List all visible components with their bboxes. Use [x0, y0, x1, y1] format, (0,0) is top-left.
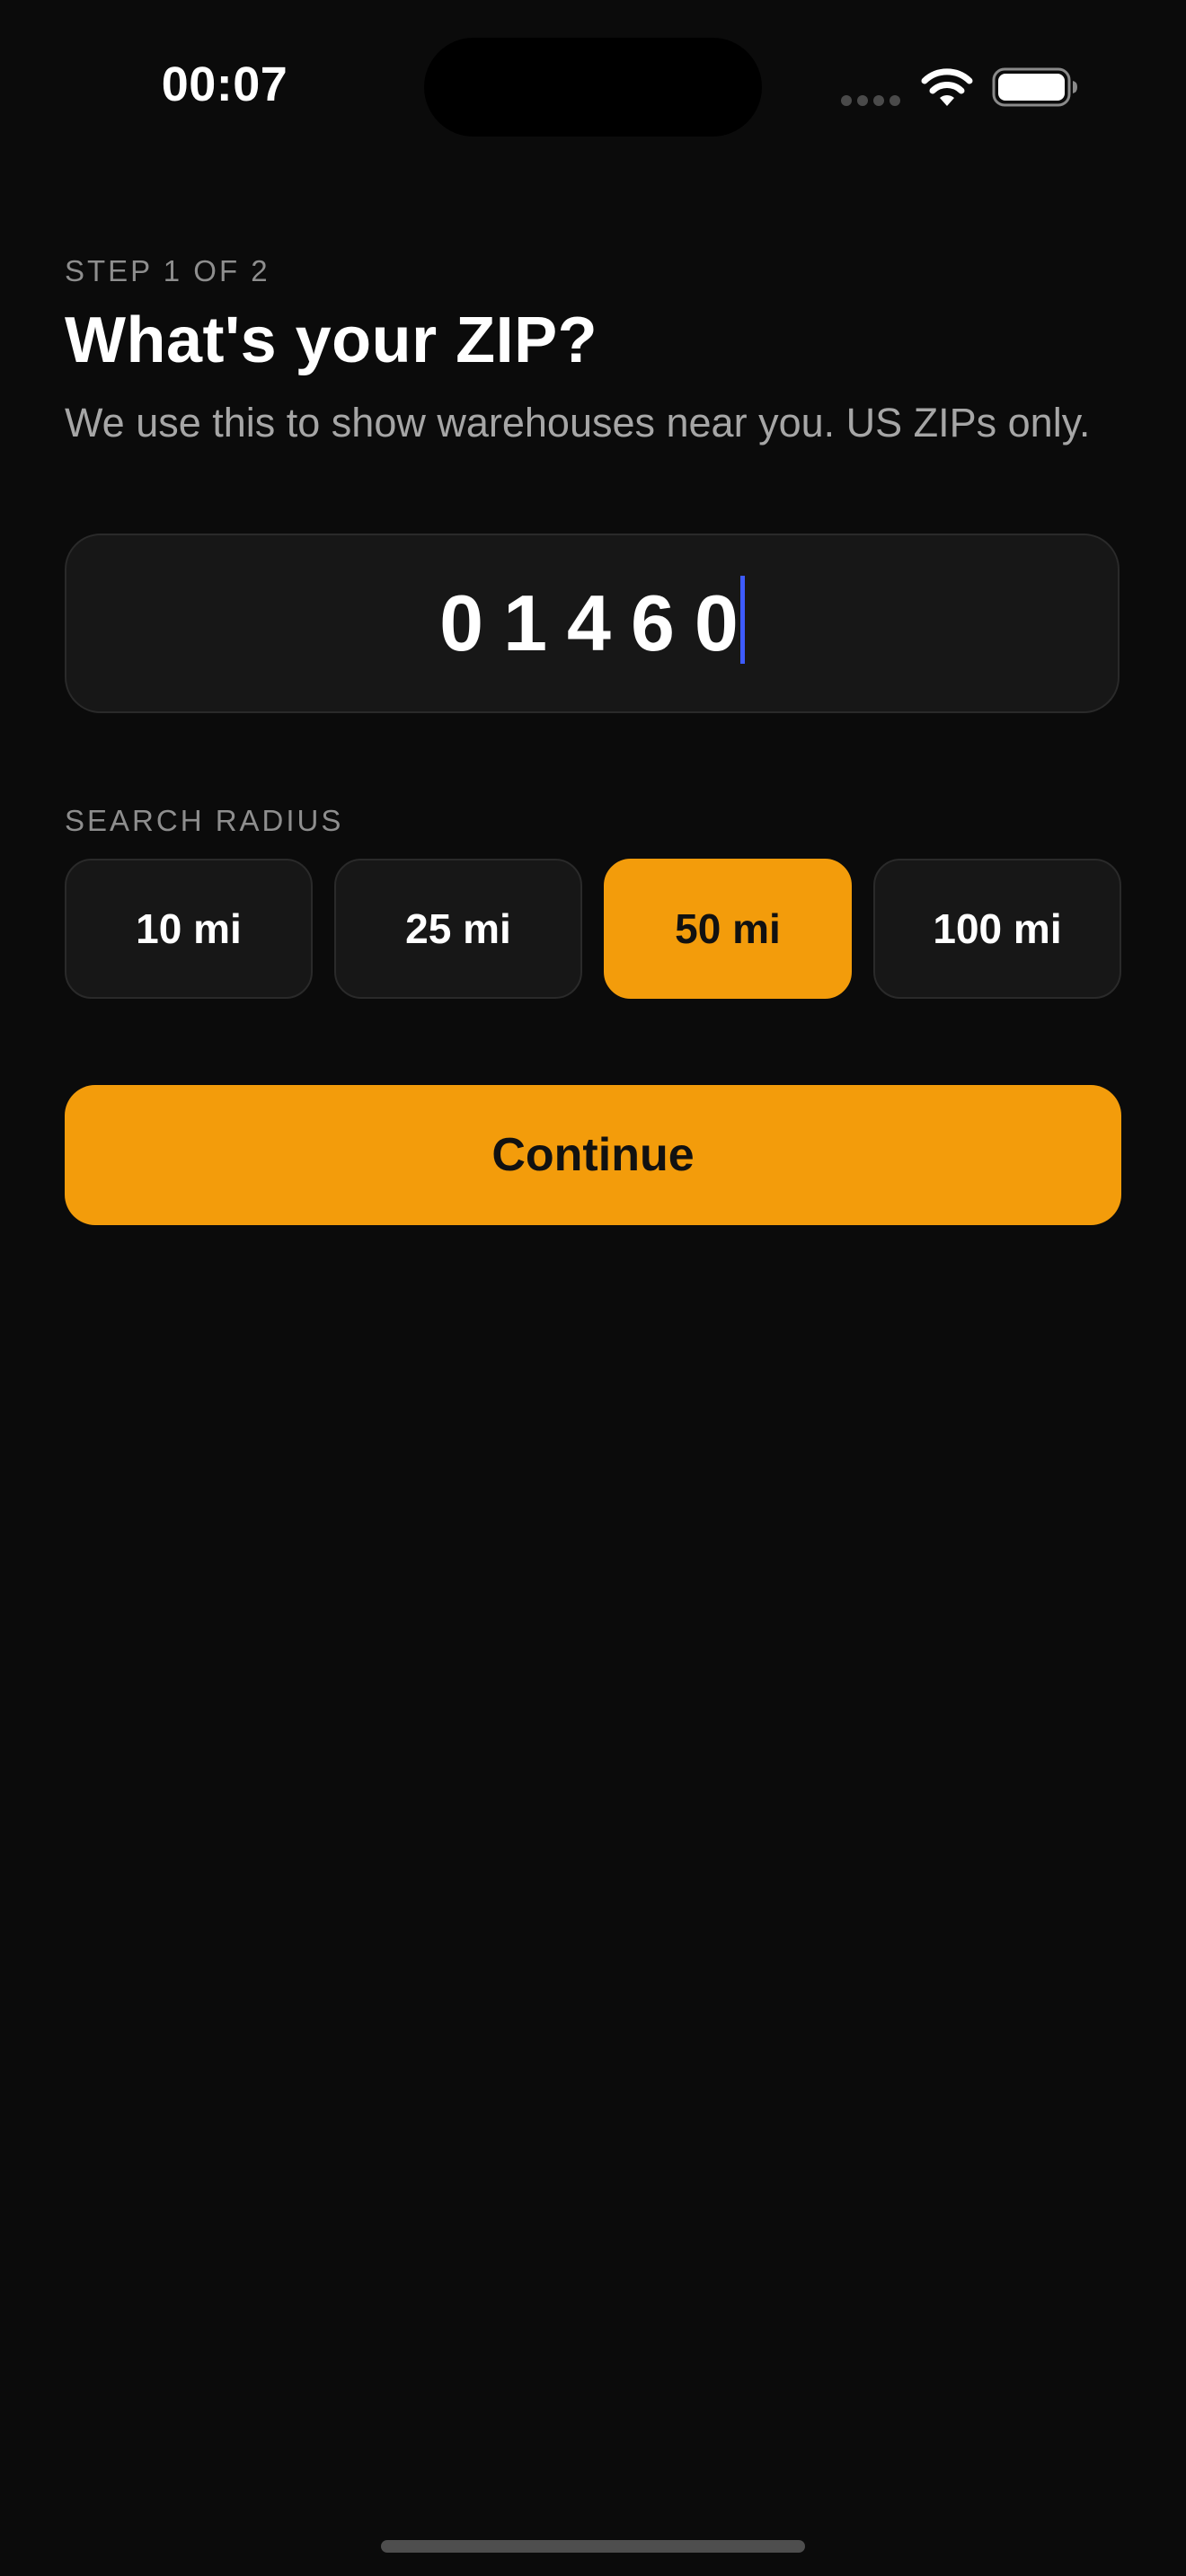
radius-option-50[interactable]: 50 mi — [604, 859, 852, 999]
step-indicator: STEP 1 OF 2 — [65, 254, 270, 287]
battery-icon — [992, 67, 1077, 107]
cellular-signal-icon — [841, 95, 902, 106]
zip-input-value: 01460 — [439, 578, 758, 667]
page-subtitle: We use this to show warehouses near you.… — [65, 400, 1091, 446]
page-title: What's your ZIP? — [65, 304, 598, 376]
text-caret — [739, 576, 745, 664]
search-radius-selector: 10 mi 25 mi 50 mi 100 mi — [65, 859, 1121, 999]
continue-button[interactable]: Continue — [65, 1085, 1121, 1225]
wifi-icon — [921, 68, 973, 106]
zip-input[interactable]: 01460 — [65, 534, 1120, 713]
radius-option-100[interactable]: 100 mi — [873, 859, 1121, 999]
radius-option-25[interactable]: 25 mi — [334, 859, 582, 999]
search-radius-label: SEARCH RADIUS — [65, 804, 344, 837]
status-time: 00:07 — [161, 57, 288, 111]
dynamic-island — [424, 38, 762, 137]
zip-setup-screen: 00:07 STEP 1 OF 2 What's your ZIP? We us… — [0, 0, 1186, 2576]
radius-option-10[interactable]: 10 mi — [65, 859, 313, 999]
home-indicator[interactable] — [381, 2540, 805, 2553]
